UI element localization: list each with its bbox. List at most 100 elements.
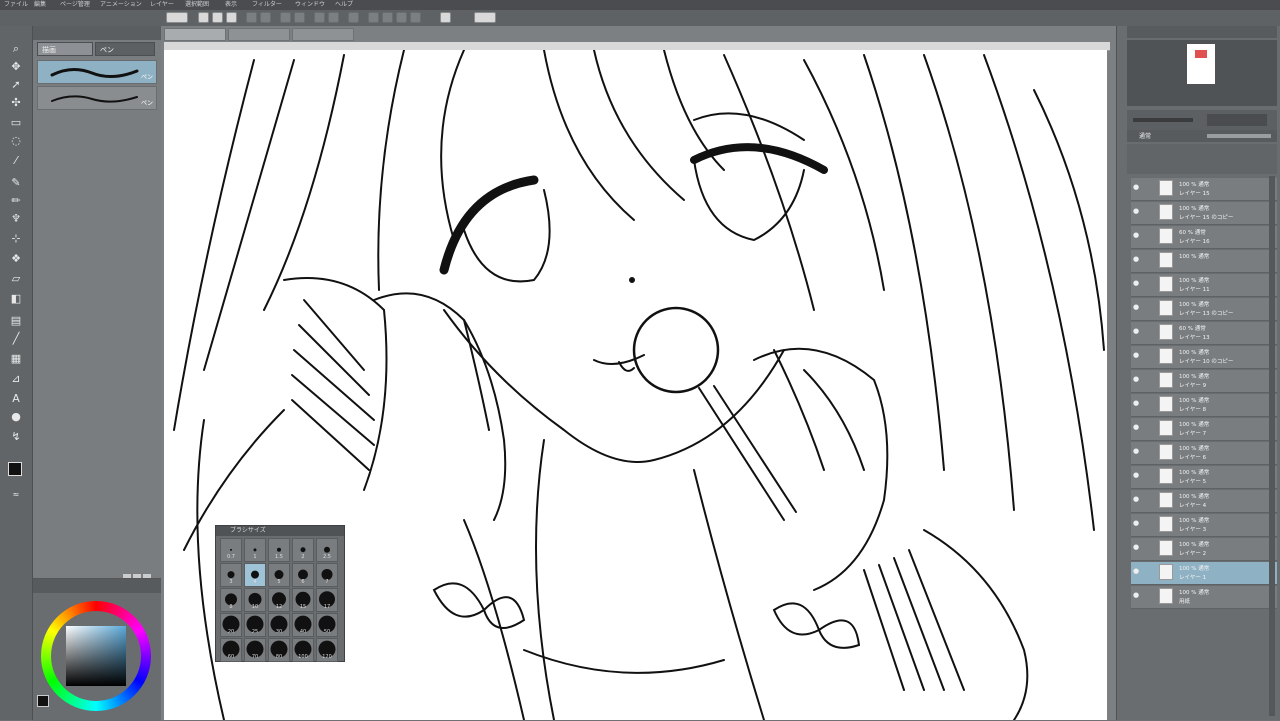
visibility-eye-icon[interactable]: ●	[1133, 495, 1141, 503]
document-tab[interactable]	[292, 28, 354, 41]
main-color-swatch[interactable]	[8, 462, 22, 476]
layer-row[interactable]: ● 100 % 通常 用紙	[1131, 586, 1277, 609]
brush-size-option[interactable]: 4	[244, 563, 266, 587]
menu-edit[interactable]: 編集	[34, 0, 46, 10]
layer-row[interactable]: ● 100 % 通常 レイヤー 6	[1131, 442, 1277, 465]
visibility-eye-icon[interactable]: ●	[1133, 303, 1141, 311]
visibility-eye-icon[interactable]: ●	[1133, 423, 1141, 431]
visibility-eye-icon[interactable]: ●	[1133, 207, 1141, 215]
pen-icon[interactable]: ✎	[9, 176, 23, 190]
menu-animation[interactable]: アニメーション	[100, 0, 142, 10]
layer-row[interactable]: ● 100 % 通常 レイヤー 4	[1131, 490, 1277, 513]
layer-row[interactable]: ● 100 % 通常 レイヤー 5	[1131, 466, 1277, 489]
brush-size-option[interactable]: 10	[244, 588, 266, 612]
brush-size-palette-title[interactable]: ブラシサイズ	[216, 526, 344, 536]
layer-row[interactable]: ● 100 % 通常 レイヤー 9	[1131, 370, 1277, 393]
layer-panel-toolbar[interactable]	[1127, 144, 1277, 174]
pencil-icon[interactable]: ✏	[9, 194, 23, 208]
selection-icon[interactable]: ▭	[9, 116, 23, 130]
layer-row[interactable]: ● 60 % 通常 レイヤー 16	[1131, 226, 1277, 249]
layer-row[interactable]: ● 100 % 通常 レイヤー 13 のコピー	[1131, 298, 1277, 321]
layer-row[interactable]: ● 100 % 通常	[1131, 250, 1277, 273]
snap-ruler-icon[interactable]	[382, 12, 393, 23]
brush-size-option[interactable]: 8	[220, 588, 242, 612]
redo-icon[interactable]	[260, 12, 271, 23]
brush-size-option[interactable]: 70	[244, 638, 266, 662]
visibility-eye-icon[interactable]: ●	[1133, 231, 1141, 239]
tab-drawing[interactable]: 描画	[37, 42, 93, 56]
layer-row[interactable]: ● 100 % 通常 レイヤー 11	[1131, 274, 1277, 297]
brush-item-pen-selected[interactable]: ペン	[37, 60, 157, 84]
brush-icon[interactable]: ♆	[9, 212, 23, 226]
layer-row[interactable]: ● 60 % 通常 レイヤー 13	[1131, 322, 1277, 345]
brush-size-option[interactable]: 30	[268, 613, 290, 637]
snap-icon[interactable]	[368, 12, 379, 23]
layer-row[interactable]: ● 100 % 通常 レイヤー 8	[1131, 394, 1277, 417]
navigator-zoom-controls[interactable]	[1127, 110, 1277, 132]
document-tab[interactable]	[228, 28, 290, 41]
sub-tool-settings-buttons[interactable]	[123, 566, 153, 581]
menu-selection[interactable]: 選択範囲	[185, 0, 209, 10]
eraser-icon[interactable]: ▱	[9, 272, 23, 286]
visibility-eye-icon[interactable]: ●	[1133, 447, 1141, 455]
layer-row[interactable]: ● 100 % 通常 レイヤー 15 のコピー	[1131, 202, 1277, 225]
menu-help[interactable]: ヘルプ	[335, 0, 353, 10]
brush-size-option[interactable]: 6	[292, 563, 314, 587]
brush-size-option[interactable]: 3	[220, 563, 242, 587]
brush-size-option[interactable]: 100	[292, 638, 314, 662]
saturation-value-square[interactable]	[66, 626, 126, 686]
operation-icon[interactable]: ➚	[9, 78, 23, 92]
brush-size-option[interactable]: 15	[292, 588, 314, 612]
new-file-icon[interactable]	[198, 12, 209, 23]
blend-mode-select[interactable]: 通常	[1139, 131, 1151, 140]
layer-row[interactable]: ● 100 % 通常 レイヤー 15	[1131, 178, 1277, 201]
brush-size-option[interactable]: 1	[244, 538, 266, 562]
navigator-tabs[interactable]	[1127, 26, 1277, 38]
visibility-eye-icon[interactable]: ●	[1133, 543, 1141, 551]
move-icon[interactable]: ✥	[9, 60, 23, 74]
help-icon[interactable]	[474, 12, 496, 23]
tab-pen[interactable]: ペン	[95, 42, 155, 56]
correction-icon[interactable]: ↯	[9, 430, 23, 444]
ruler-icon[interactable]: ⊿	[9, 372, 23, 386]
figure-icon[interactable]: ╱	[9, 332, 23, 346]
brush-size-option[interactable]: 120	[316, 638, 338, 662]
undo-icon[interactable]	[246, 12, 257, 23]
snap-grid-icon[interactable]	[396, 12, 407, 23]
gradient-icon[interactable]: ▤	[9, 314, 23, 328]
text-icon[interactable]: A	[9, 392, 23, 406]
menu-filter[interactable]: フィルター	[252, 0, 282, 10]
brush-size-option[interactable]: 2.5	[316, 538, 338, 562]
layer-row[interactable]: ● 100 % 通常 レイヤー 10 のコピー	[1131, 346, 1277, 369]
transparent-color-icon[interactable]: ≈	[9, 488, 23, 502]
navigator-panel[interactable]	[1127, 40, 1277, 106]
airbrush-icon[interactable]: ⊹	[9, 232, 23, 246]
color-wheel[interactable]	[41, 601, 151, 711]
layer-row[interactable]: ● 100 % 通常 レイヤー 3	[1131, 514, 1277, 537]
transform-icon[interactable]	[314, 12, 325, 23]
fill-tool-icon[interactable]: ◧	[9, 292, 23, 306]
visibility-eye-icon[interactable]: ●	[1133, 519, 1141, 527]
frame-icon[interactable]: ▦	[9, 352, 23, 366]
eyedropper-icon[interactable]: ⁄	[9, 154, 23, 168]
balloon-icon[interactable]: ●	[9, 410, 23, 424]
brush-size-option[interactable]: 25	[244, 613, 266, 637]
app-logo-button[interactable]	[166, 12, 188, 23]
layer-row[interactable]: ● 100 % 通常 レイヤー 2	[1131, 538, 1277, 561]
visibility-eye-icon[interactable]: ●	[1133, 567, 1141, 575]
clear-icon[interactable]	[280, 12, 291, 23]
brush-size-option[interactable]: 7	[316, 563, 338, 587]
visibility-eye-icon[interactable]: ●	[1133, 255, 1141, 263]
brush-size-option[interactable]: 0.7	[220, 538, 242, 562]
color-panel-tabs[interactable]	[33, 579, 161, 593]
deselect-icon[interactable]	[328, 12, 339, 23]
visibility-eye-icon[interactable]: ●	[1133, 399, 1141, 407]
visibility-eye-icon[interactable]: ●	[1133, 591, 1141, 599]
visibility-eye-icon[interactable]: ●	[1133, 351, 1141, 359]
save-icon[interactable]	[226, 12, 237, 23]
invert-selection-icon[interactable]	[348, 12, 359, 23]
visibility-eye-icon[interactable]: ●	[1133, 375, 1141, 383]
brush-item-pen[interactable]: ペン	[37, 86, 157, 110]
brush-size-option[interactable]: 12	[268, 588, 290, 612]
layer-row[interactable]: ● 100 % 通常 レイヤー 1	[1131, 562, 1277, 585]
